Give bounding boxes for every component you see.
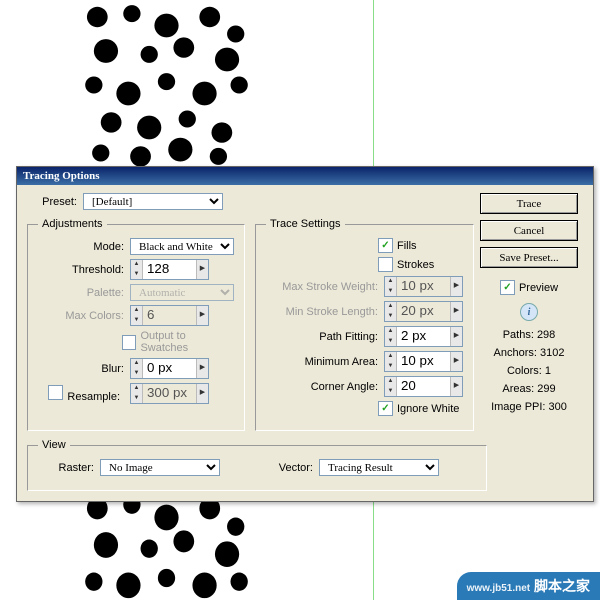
blur-label: Blur: [38,363,130,375]
fills-label: Fills [397,240,417,252]
path-fitting-spinner[interactable]: ▲▼▶ [384,326,463,347]
blur-spinner[interactable]: ▲▼▶ [130,358,209,379]
stat-ppi: Image PPI: 300 [475,401,583,413]
tracing-options-dialog: Tracing Options Preset: [Default] Adjust… [16,166,594,502]
ignore-white-checkbox[interactable] [378,401,393,416]
min-stroke-length-label: Min Stroke Length: [266,306,384,318]
preview-label: Preview [519,282,558,294]
minimum-area-spinner[interactable]: ▲▼▶ [384,351,463,372]
max-stroke-weight-label: Max Stroke Weight: [266,281,384,293]
view-fieldset: View Raster:No Image Vector:Tracing Resu… [27,439,487,491]
strokes-checkbox[interactable] [378,257,393,272]
resample-label: Resample: [67,391,120,403]
mode-label: Mode: [38,241,130,253]
max-colors-label: Max Colors: [38,310,130,322]
min-stroke-length-spinner: ▲▼▶ [384,301,463,322]
adjustments-fieldset: Adjustments Mode:Black and White Thresho… [27,218,245,431]
info-icon: i [520,303,538,321]
texture-image-top [80,0,253,170]
output-swatches-checkbox [122,335,137,350]
watermark: www.jb51.net 脚本之家 [457,572,600,600]
adjustments-legend: Adjustments [38,218,107,230]
mode-select[interactable]: Black and White [130,238,234,255]
raster-select[interactable]: No Image [100,459,220,476]
palette-label: Palette: [38,287,130,299]
strokes-label: Strokes [397,259,434,271]
resample-spinner: ▲▼▶ [130,383,209,404]
stat-anchors: Anchors: 3102 [475,347,583,359]
preview-checkbox[interactable] [500,280,515,295]
max-stroke-weight-spinner: ▲▼▶ [384,276,463,297]
resample-checkbox[interactable] [48,385,63,400]
threshold-spinner[interactable]: ▲▼▶ [130,259,209,280]
path-fitting-label: Path Fitting: [266,331,384,343]
cancel-button[interactable]: Cancel [480,220,578,241]
save-preset-button[interactable]: Save Preset... [480,247,578,268]
corner-angle-label: Corner Angle: [266,381,384,393]
dialog-title: Tracing Options [17,167,593,185]
max-colors-spinner: ▲▼▶ [130,305,209,326]
vector-select[interactable]: Tracing Result [319,459,439,476]
raster-label: Raster: [38,462,100,474]
trace-settings-legend: Trace Settings [266,218,345,230]
fills-checkbox[interactable] [378,238,393,253]
preset-select[interactable]: [Default] [83,193,223,210]
stat-colors: Colors: 1 [475,365,583,377]
vector-label: Vector: [257,462,319,474]
view-legend: View [38,439,70,451]
palette-select: Automatic [130,284,234,301]
ignore-white-label: Ignore White [397,403,459,415]
texture-image-bottom [80,490,253,600]
threshold-label: Threshold: [38,264,130,276]
stat-paths: Paths: 298 [475,329,583,341]
trace-button[interactable]: Trace [480,193,578,214]
trace-settings-fieldset: Trace Settings Fills Strokes Max Stroke … [255,218,474,431]
corner-angle-spinner[interactable]: ▲▼▶ [384,376,463,397]
stat-areas: Areas: 299 [475,383,583,395]
minimum-area-label: Minimum Area: [266,356,384,368]
output-swatches-label: Output to Swatches [140,330,234,354]
preset-label: Preset: [27,196,83,208]
